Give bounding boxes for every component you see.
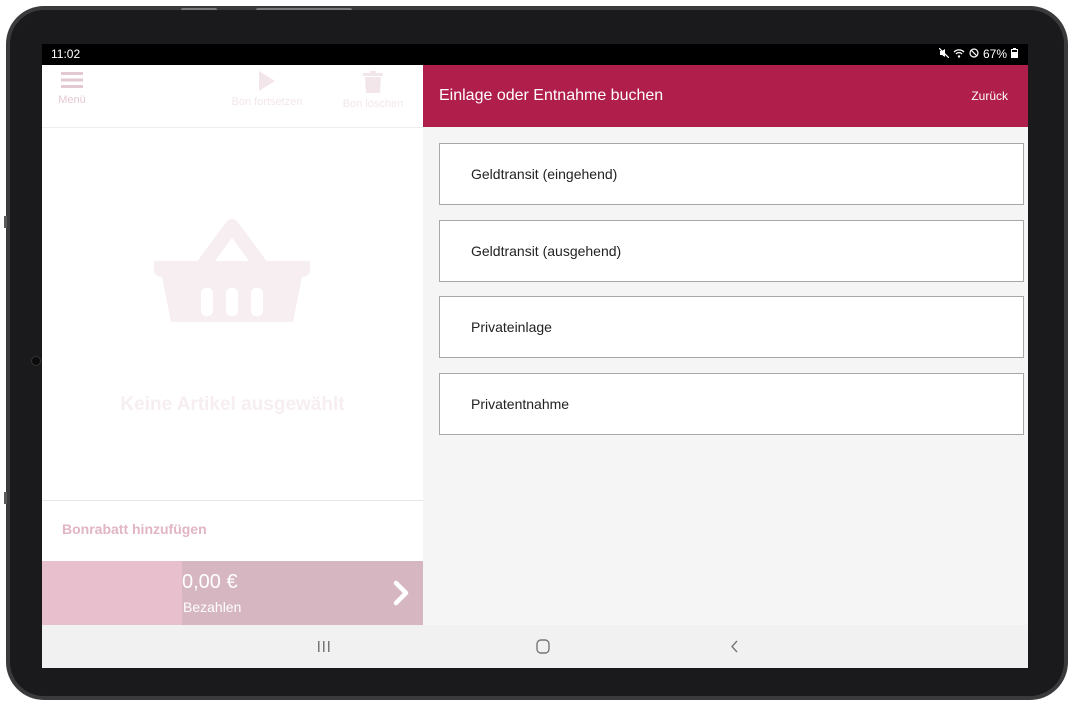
booking-header: Einlage oder Entnahme buchen Zurück: [423, 65, 1028, 127]
hamburger-icon: [50, 71, 94, 92]
recent-apps-icon[interactable]: [316, 634, 332, 663]
do-not-disturb-icon: [969, 47, 979, 61]
total-amount: 0,00 €: [182, 571, 238, 593]
option-cash-transit-out[interactable]: Geldtransit (ausgehend): [439, 220, 1024, 282]
status-time: 11:02: [51, 47, 81, 61]
android-nav-bar: [42, 625, 1028, 668]
camera: [32, 357, 40, 365]
back-button[interactable]: Zurück: [971, 89, 1008, 103]
empty-cart-text: Keine Artikel ausgewählt: [120, 394, 345, 415]
chevron-right-icon[interactable]: [393, 580, 409, 611]
delete-receipt-button[interactable]: Bon löschen: [332, 71, 414, 110]
status-bar: 11:02 67%: [42, 44, 1028, 65]
continue-receipt-button[interactable]: Bon fortsetzen: [224, 71, 310, 108]
cart-toolbar: Menü Bon fortsetzen Bon löschen: [42, 65, 423, 127]
mute-icon: [938, 47, 950, 61]
option-private-withdrawal[interactable]: Privatentnahme: [439, 373, 1024, 435]
delete-receipt-label: Bon löschen: [342, 98, 404, 110]
play-icon: [224, 71, 310, 94]
pay-bar: 0,00 € Bezahlen: [42, 561, 423, 625]
basket-icon: [152, 216, 312, 331]
page-title: Einlage oder Entnahme buchen: [439, 87, 664, 104]
option-label: Geldtransit (ausgehend): [471, 243, 622, 259]
add-discount-label: Bonrabatt hinzufügen: [62, 521, 207, 537]
option-label: Privatentnahme: [471, 396, 570, 412]
screen: 11:02 67% Menü Bon fortsetzen Bon lösche…: [42, 44, 1028, 668]
basket-area: Keine Artikel ausgewählt: [42, 127, 423, 502]
menu-button[interactable]: Menü: [50, 71, 94, 106]
battery-level: 67%: [982, 47, 1007, 61]
option-private-deposit[interactable]: Privateinlage: [439, 296, 1024, 358]
trash-icon: [332, 71, 414, 96]
add-discount-button[interactable]: Bonrabatt hinzufügen: [42, 500, 423, 562]
status-icons: 67%: [938, 47, 1018, 61]
booking-panel: Einlage oder Entnahme buchen Zurück Geld…: [423, 65, 1028, 625]
side-button: [4, 492, 7, 504]
option-cash-transit-in[interactable]: Geldtransit (eingehend): [439, 143, 1024, 205]
menu-label: Menü: [58, 94, 86, 106]
home-icon[interactable]: [535, 634, 551, 663]
continue-receipt-label: Bon fortsetzen: [231, 96, 303, 108]
side-button: [4, 216, 7, 228]
wifi-icon: [953, 47, 965, 61]
cart-panel: Menü Bon fortsetzen Bon löschen Keine Ar…: [42, 65, 423, 625]
battery-icon: [1011, 47, 1018, 61]
option-label: Geldtransit (eingehend): [471, 166, 618, 182]
back-nav-icon[interactable]: [727, 634, 743, 663]
pay-label: Bezahlen: [183, 599, 242, 615]
option-label: Privateinlage: [471, 319, 552, 335]
